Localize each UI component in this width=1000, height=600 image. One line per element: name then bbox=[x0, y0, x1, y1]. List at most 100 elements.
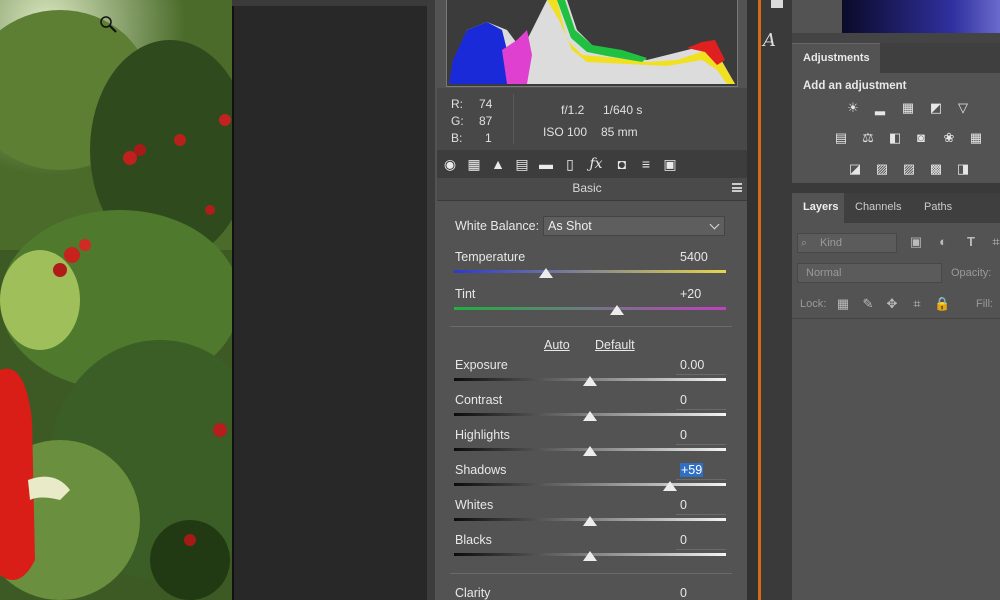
split-toning-icon[interactable]: ▬ bbox=[537, 155, 555, 173]
slider-label: Shadows bbox=[455, 463, 507, 477]
blend-mode-select[interactable]: Normal bbox=[797, 263, 942, 283]
panel-menu-icon[interactable] bbox=[732, 183, 742, 192]
canvas-background bbox=[232, 0, 429, 600]
tab-channels[interactable]: Channels bbox=[847, 193, 917, 223]
tab-paths[interactable]: Paths bbox=[917, 193, 967, 223]
posterize-icon[interactable]: ▨ bbox=[874, 161, 890, 177]
color-balance-icon[interactable]: ⚖ bbox=[860, 130, 876, 146]
exposure-icon[interactable]: ◩ bbox=[928, 100, 944, 116]
tab-adjustments[interactable]: Adjustments bbox=[792, 43, 880, 74]
slider-thumb[interactable] bbox=[583, 516, 597, 526]
lock-all-icon[interactable]: 🔒 bbox=[934, 296, 950, 312]
add-adjustment-heading: Add an adjustment bbox=[803, 80, 907, 92]
tone-curve-icon[interactable]: ▦ bbox=[465, 155, 483, 173]
slider-value[interactable]: +59 bbox=[680, 463, 724, 477]
gradient-map-icon[interactable]: ▩ bbox=[928, 161, 944, 177]
shape-filter-icon[interactable]: ⌗ bbox=[988, 234, 1000, 250]
tab-channels-label: Channels bbox=[855, 201, 902, 213]
curves-icon[interactable]: ▦ bbox=[900, 100, 916, 116]
basic-icon[interactable]: ◉ bbox=[441, 155, 459, 173]
slider-thumb[interactable] bbox=[583, 446, 597, 456]
b-label: B: bbox=[451, 131, 463, 145]
channel-mixer-icon[interactable]: ❀ bbox=[941, 130, 957, 146]
lock-transparent-icon[interactable]: ▦ bbox=[835, 296, 851, 312]
character-panel-icon[interactable]: A bbox=[763, 30, 776, 51]
lens-icon[interactable]: ▯ bbox=[561, 155, 579, 173]
tool-icon[interactable] bbox=[771, 0, 783, 8]
auto-button[interactable]: Auto bbox=[544, 338, 570, 352]
fill-label: Fill: bbox=[976, 298, 994, 310]
slider-value[interactable]: 0 bbox=[680, 533, 724, 547]
iso: ISO 100 bbox=[543, 125, 588, 139]
white-balance-select[interactable]: As Shot bbox=[543, 216, 725, 236]
temperature-label: Temperature bbox=[455, 250, 526, 264]
snapshots-icon[interactable]: ▣ bbox=[661, 155, 679, 173]
tab-layers-label: Layers bbox=[803, 201, 839, 213]
threshold-icon[interactable]: ▨ bbox=[901, 161, 917, 177]
levels-icon[interactable]: ▂ bbox=[872, 100, 888, 116]
slider-thumb[interactable] bbox=[583, 551, 597, 561]
hue-saturation-icon[interactable]: ▤ bbox=[833, 130, 849, 146]
blend-mode-value: Normal bbox=[806, 267, 842, 279]
panel-separator bbox=[792, 33, 1000, 43]
slider-value[interactable]: 0 bbox=[680, 498, 724, 512]
black-white-icon[interactable]: ◧ bbox=[887, 130, 903, 146]
temperature-track[interactable] bbox=[454, 270, 726, 273]
layers-tabbar: Layers Channels Paths bbox=[792, 193, 1000, 223]
hsl-icon[interactable]: ▤ bbox=[513, 155, 531, 173]
slider-label: Contrast bbox=[455, 393, 503, 407]
default-button[interactable]: Default bbox=[595, 338, 635, 352]
fx-icon[interactable]: ƒx bbox=[587, 155, 605, 173]
focal-length: 85 mm bbox=[601, 125, 638, 139]
divider bbox=[792, 318, 1000, 319]
type-filter-icon[interactable]: T bbox=[963, 234, 979, 250]
presets-icon[interactable]: ≡ bbox=[637, 155, 655, 173]
panel-title: Basic bbox=[572, 181, 602, 195]
vibrance-icon[interactable]: ▽ bbox=[955, 100, 971, 116]
image-filter-icon[interactable]: ▣ bbox=[908, 234, 924, 250]
divider bbox=[450, 326, 732, 327]
slider-value[interactable]: 0 bbox=[680, 428, 724, 442]
tint-track[interactable] bbox=[454, 307, 726, 310]
selective-color-icon[interactable]: ◨ bbox=[955, 161, 971, 177]
temperature-value[interactable]: 5400 bbox=[680, 250, 724, 264]
lock-image-icon[interactable]: ✎ bbox=[860, 296, 876, 312]
temperature-slider-thumb[interactable] bbox=[539, 268, 554, 278]
color-swatch-gradient[interactable] bbox=[842, 0, 1000, 33]
slider-track[interactable] bbox=[454, 483, 726, 486]
canvas-top-strip bbox=[232, 0, 427, 6]
value-underline bbox=[676, 514, 726, 515]
slider-label: Exposure bbox=[455, 358, 508, 372]
lock-artboard-icon[interactable]: ⌗ bbox=[909, 296, 925, 312]
adjustment-filter-icon[interactable]: ◐ bbox=[935, 234, 951, 250]
slider-value[interactable]: 0 bbox=[680, 393, 724, 407]
tint-value[interactable]: +20 bbox=[680, 287, 724, 301]
brightness-contrast-icon[interactable]: ☀ bbox=[845, 100, 861, 116]
lock-label: Lock: bbox=[800, 298, 827, 310]
opacity-label: Opacity: bbox=[951, 267, 992, 279]
photo-canvas[interactable] bbox=[0, 0, 232, 600]
basic-panel-header: Basic bbox=[437, 178, 747, 201]
tint-slider-thumb[interactable] bbox=[610, 305, 625, 315]
slider-label: Highlights bbox=[455, 428, 510, 442]
layer-kind-filter[interactable]: ⌕ Kind bbox=[797, 233, 897, 253]
g-label: G: bbox=[451, 114, 464, 128]
clarity-value[interactable]: 0 bbox=[680, 586, 724, 600]
slider-thumb[interactable] bbox=[663, 481, 678, 491]
detail-icon[interactable]: ▲ bbox=[489, 155, 507, 173]
lock-position-icon[interactable]: ✥ bbox=[884, 296, 900, 312]
camera-calibration-icon[interactable]: ◘ bbox=[613, 155, 631, 173]
value-underline bbox=[676, 444, 726, 445]
photo-filter-icon[interactable]: ◙ bbox=[913, 130, 929, 146]
tint-label: Tint bbox=[455, 287, 476, 301]
slider-thumb[interactable] bbox=[583, 376, 597, 386]
color-lookup-icon[interactable]: ▦ bbox=[968, 130, 984, 146]
slider-value[interactable]: 0.00 bbox=[680, 358, 724, 372]
slider-thumb[interactable] bbox=[583, 411, 597, 421]
tab-layers[interactable]: Layers bbox=[792, 193, 844, 223]
invert-icon[interactable]: ◪ bbox=[847, 161, 863, 177]
slider-label: Blacks bbox=[455, 533, 492, 547]
value-underline bbox=[676, 409, 726, 410]
slider-value-text: 0 bbox=[680, 533, 687, 547]
clarity-label: Clarity bbox=[455, 586, 491, 600]
